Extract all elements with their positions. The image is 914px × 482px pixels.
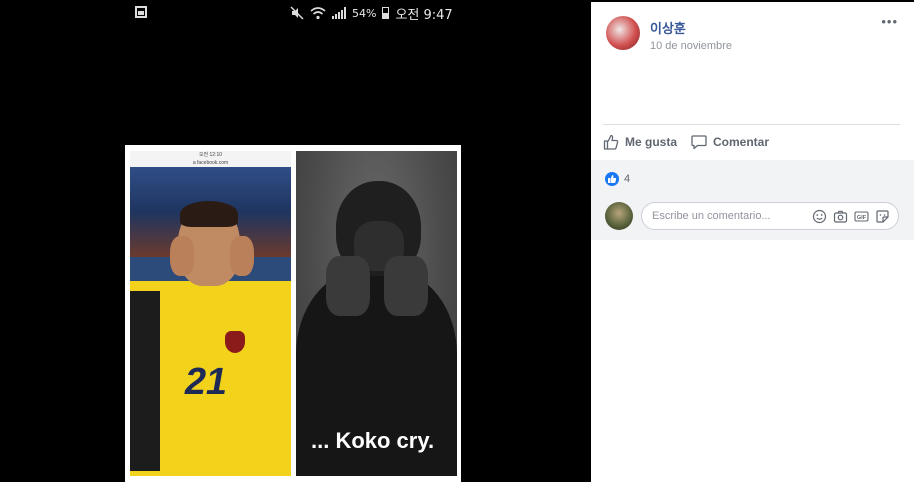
team-crest [225, 331, 245, 353]
gif-icon[interactable]: GIF [854, 209, 869, 224]
clock: 오전 9:47 [395, 7, 453, 23]
mini-url: a facebook.com [192, 160, 229, 166]
mini-status-time: 오전 12:10 [198, 152, 223, 158]
comment-box[interactable]: GIF [641, 202, 899, 230]
phone-status-bar: 54% 오전 9:47 [0, 0, 590, 26]
meme-image[interactable]: 오전 12:10 a facebook.com 21 ... Koko cry. [125, 145, 461, 482]
comment-input[interactable] [650, 209, 784, 223]
post-sidebar: 이상훈 10 de noviembre ••• Me gusta Comenta… [591, 2, 914, 482]
emoji-icon[interactable] [812, 209, 827, 224]
gorilla-right-hand [384, 256, 428, 316]
wifi-icon [310, 7, 326, 20]
comment-button[interactable]: Comentar [691, 132, 769, 152]
divider [603, 124, 900, 125]
comment-bubble-icon [691, 135, 707, 150]
player-hair [180, 201, 238, 227]
svg-text:GIF: GIF [857, 215, 867, 221]
battery-icon [382, 7, 390, 19]
sticker-icon[interactable] [875, 209, 890, 224]
more-dots-icon[interactable]: ••• [881, 14, 898, 29]
post-actions: Me gusta Comentar [603, 132, 769, 152]
player-left-hand [170, 236, 194, 276]
like-badge-icon[interactable] [605, 172, 619, 186]
photo-viewer: 54% 오전 9:47 오전 12:10 a facebook.com 21 .… [0, 0, 590, 482]
mute-icon [290, 6, 304, 20]
comment-label: Comentar [713, 135, 770, 149]
yellow-jersey: 21 [130, 281, 291, 476]
author-name[interactable]: 이상훈 [650, 18, 686, 37]
reactions-and-comments: 4 GIF [591, 160, 914, 240]
battery-percent: 54% [352, 6, 377, 20]
thumbs-up-icon [603, 134, 619, 150]
like-label: Me gusta [625, 135, 678, 149]
player-right-hand [230, 236, 254, 276]
meme-caption: ... Koko cry. [311, 428, 435, 453]
mini-status-bar: 오전 12:10 a facebook.com [130, 151, 291, 167]
like-button[interactable]: Me gusta [603, 132, 677, 152]
teammate-shoulder [130, 291, 160, 471]
current-user-avatar [605, 202, 633, 230]
signal-icon [332, 7, 346, 19]
reaction-count[interactable]: 4 [624, 173, 630, 185]
soccer-player-photo: 오전 12:10 a facebook.com 21 [130, 151, 291, 476]
camera-icon[interactable] [833, 209, 848, 224]
gorilla-photo: ... Koko cry. [296, 151, 457, 476]
gallery-icon [135, 6, 147, 18]
author-avatar[interactable] [606, 16, 640, 50]
gorilla-left-hand [326, 256, 370, 316]
jersey-number: 21 [181, 361, 232, 403]
post-date[interactable]: 10 de noviembre [650, 40, 732, 52]
